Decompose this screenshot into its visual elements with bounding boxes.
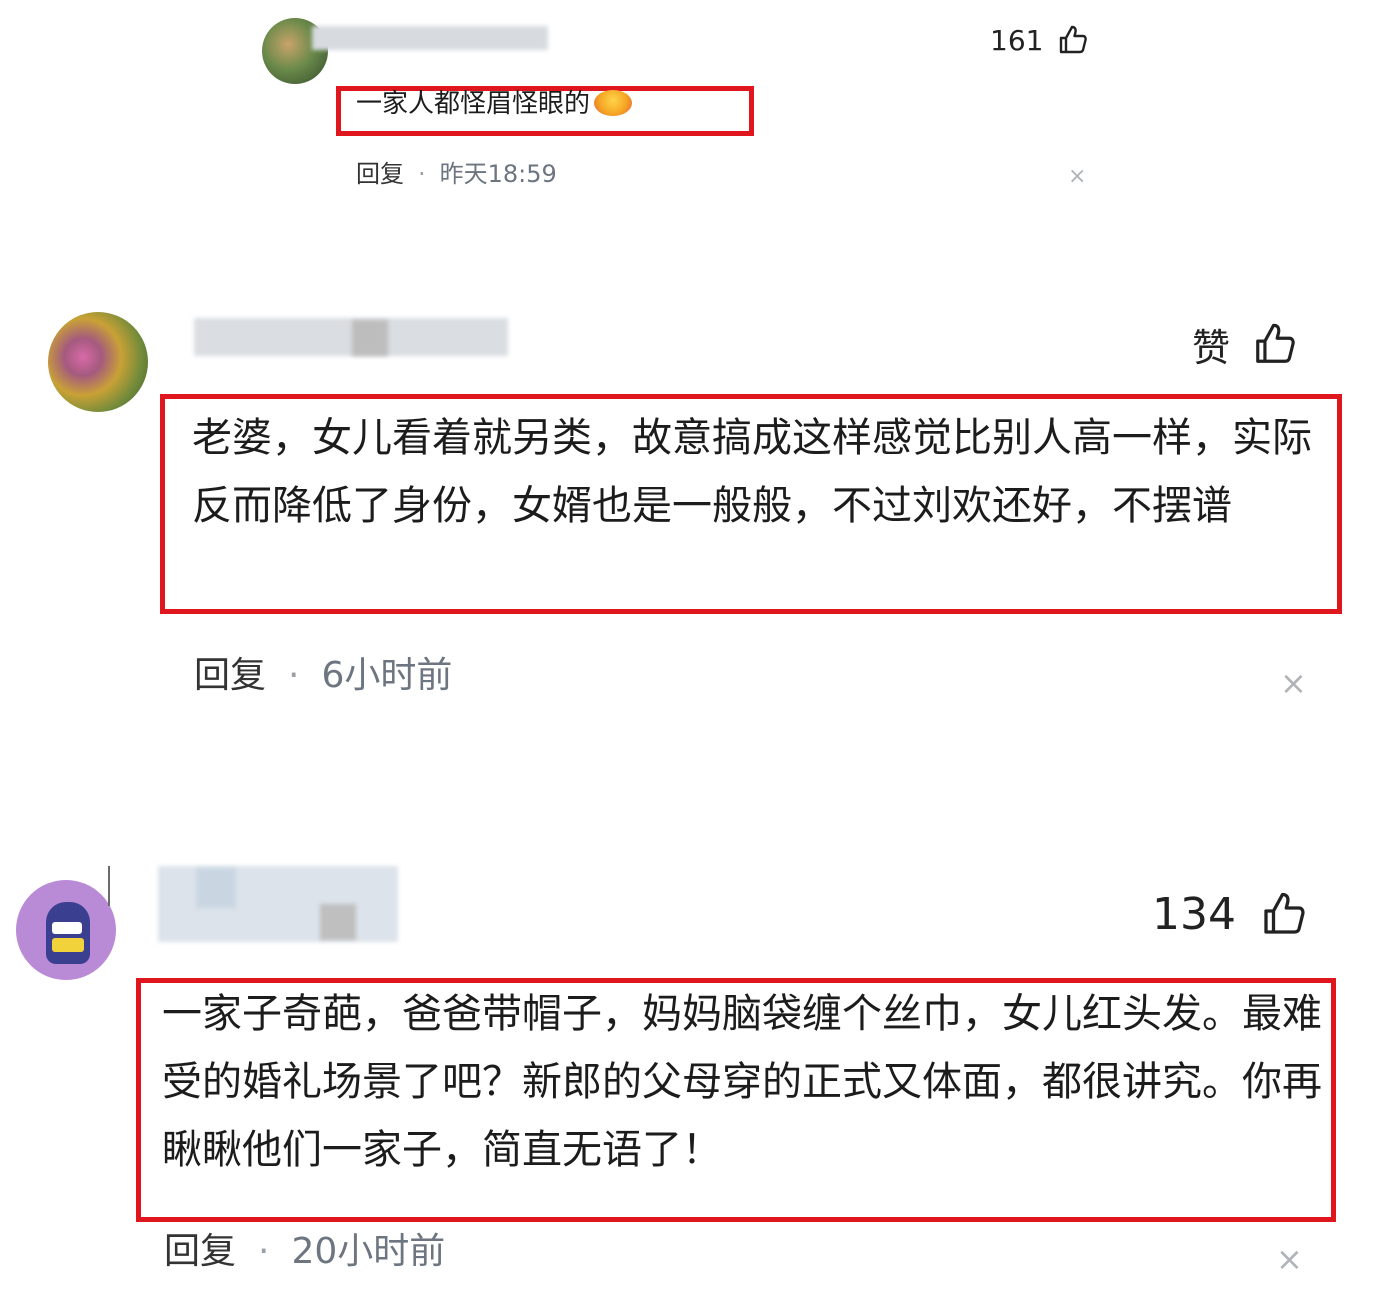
username-blurred [158, 866, 398, 942]
reply-button[interactable]: 回复 [194, 655, 266, 696]
like-button[interactable]: 134 [1152, 886, 1308, 942]
comment-text: 一家子奇葩，爸爸带帽子，妈妈脑袋缠个丝巾，女儿红头发。最难受的婚礼场景了吧？新郎… [162, 991, 1322, 1173]
thumbs-up-icon [1256, 323, 1295, 363]
timestamp: 昨天18:59 [439, 160, 557, 188]
reply-button[interactable]: 回复 [356, 160, 404, 188]
close-icon[interactable]: × [1280, 664, 1307, 702]
face-emoji [594, 90, 633, 116]
like-count: 161 [990, 23, 1044, 57]
avatar[interactable] [48, 312, 148, 412]
comment-meta: 回复 · 6小时前 [194, 655, 453, 696]
comment-text: 老婆，女儿看着就另类，故意搞成这样感觉比别人高一样，实际反而降低了身份，女婿也是… [192, 415, 1312, 529]
comment-meta: 回复 · 昨天18:59 [356, 160, 557, 188]
timestamp: 6小时前 [321, 655, 453, 696]
like-count: 134 [1152, 888, 1236, 940]
username-blurred [312, 26, 548, 50]
thumbs-up-icon [1060, 25, 1088, 54]
thumbs-up-icon [1264, 892, 1305, 934]
reply-button[interactable]: 回复 [164, 1231, 236, 1272]
close-icon[interactable]: × [1276, 1240, 1303, 1278]
avatar[interactable] [16, 880, 116, 980]
comment-meta: 回复 · 20小时前 [164, 1231, 446, 1272]
username-blurred [194, 318, 508, 356]
like-button[interactable]: 161 [990, 22, 1089, 58]
timestamp: 20小时前 [291, 1231, 446, 1272]
like-button[interactable]: 赞 [1192, 318, 1298, 370]
like-label: 赞 [1192, 325, 1231, 370]
close-icon[interactable]: × [1068, 164, 1086, 189]
comment-text: 一家人都怪眉怪眼的 [356, 88, 633, 120]
